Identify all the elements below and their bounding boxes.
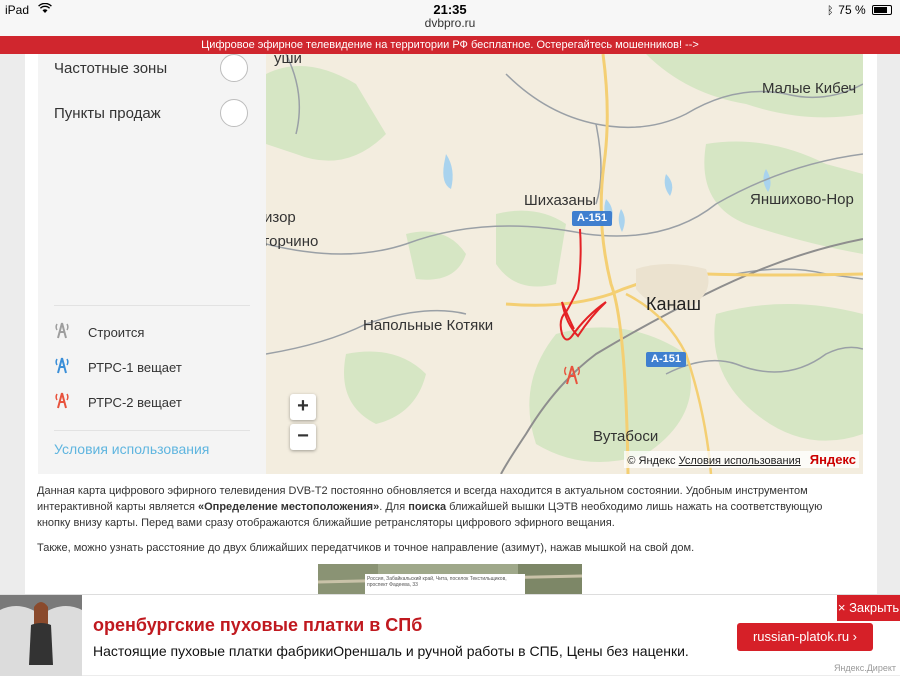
map-canvas — [266, 54, 863, 474]
yandex-logo[interactable]: Яндекс — [810, 452, 856, 467]
address-bar[interactable]: dvbpro.ru — [0, 16, 900, 36]
battery-icon — [872, 5, 892, 15]
map-label-malye-kibechi: Малые Кибеч — [762, 80, 857, 97]
map-label-shikhazany: Шихазаны — [524, 192, 596, 209]
zoom-in-button[interactable]: + — [290, 394, 316, 420]
distance-paragraph: Также, можно узнать расстояние до двух б… — [37, 542, 695, 554]
url-text: dvbpro.ru — [424, 16, 476, 30]
para-bold-search: поиска — [408, 501, 447, 513]
map-label-napolnye-kotyaki: Напольные Котяки — [363, 317, 494, 334]
route-label-a151-north: А-151 — [577, 212, 607, 224]
sale-points-toggle[interactable] — [220, 99, 248, 127]
warning-text: Цифровое эфирное телевидение на территор… — [201, 39, 699, 51]
para-bold-geolocation: «Определение местоположения» — [198, 501, 380, 513]
legend-rtrs1-label: РТРС-1 вещает — [88, 360, 182, 375]
ad-image[interactable] — [0, 595, 82, 676]
copyright-text: © Яндекс — [627, 455, 676, 467]
map-terms-link[interactable]: Условия использования — [679, 455, 801, 467]
thumbnail-address-card: Россия, Забайкальский край, Чита, посело… — [365, 574, 525, 594]
route-marker — [559, 228, 607, 341]
map-label-izor: изор — [266, 209, 296, 226]
ad-source-label: Яндекс.Директ — [833, 663, 896, 673]
map-label-kanash: Канаш — [646, 294, 701, 314]
frequency-zones-toggle[interactable] — [220, 54, 248, 82]
terms-of-use-link[interactable]: Условия использования — [54, 441, 209, 457]
ad-banner[interactable]: оренбургские пуховые платки в СПб Настоя… — [0, 594, 900, 676]
tower-rtrs2-icon — [52, 390, 72, 410]
clock: 21:35 — [433, 2, 467, 17]
map-view[interactable]: уши Малые Кибеч Шихазаны Яншихово-Нор из… — [266, 54, 863, 474]
ad-description: Настоящие пуховые платки фабрикиОреншаль… — [93, 643, 689, 659]
route-label-a151-south: А-151 — [651, 353, 681, 365]
divider — [54, 305, 250, 306]
ad-title[interactable]: оренбургские пуховые платки в СПб — [93, 615, 422, 636]
map-label-vutabosi: Вутабоси — [593, 428, 659, 445]
map-label-top-left: уши — [274, 54, 302, 67]
divider — [54, 430, 250, 431]
map-copyright: © Яндекс Условия использования Яндекс — [624, 451, 859, 468]
para-text: . Для — [379, 501, 409, 513]
ad-site-button[interactable]: russian-platok.ru › — [737, 623, 873, 651]
example-map-thumbnail: Россия, Забайкальский край, Чита, посело… — [318, 564, 582, 594]
scam-warning-banner[interactable]: Цифровое эфирное телевидение на территор… — [0, 36, 900, 54]
battery-indicator: ᛒ 75 % — [827, 3, 892, 17]
legend-building-label: Строится — [88, 325, 145, 340]
map-label-yanshikhovo: Яншихово-Нор — [750, 191, 854, 208]
battery-percent: 75 % — [838, 3, 866, 17]
map-sidebar: Частотные зоны Пункты продаж Строится РТ… — [38, 54, 266, 474]
tower-rtrs1-icon — [52, 355, 72, 375]
ad-close-button[interactable]: × Закрыть — [837, 595, 900, 621]
frequency-zones-label: Частотные зоны — [54, 60, 168, 77]
sale-points-label: Пункты продаж — [54, 105, 161, 122]
legend-rtrs2-label: РТРС-2 вещает — [88, 395, 182, 410]
description-paragraph: Данная карта цифрового эфирного телевиде… — [37, 483, 857, 531]
tower-building-icon — [52, 320, 72, 340]
zoom-out-button[interactable]: − — [290, 424, 316, 450]
map-label-gorchino: горчино — [266, 233, 319, 250]
